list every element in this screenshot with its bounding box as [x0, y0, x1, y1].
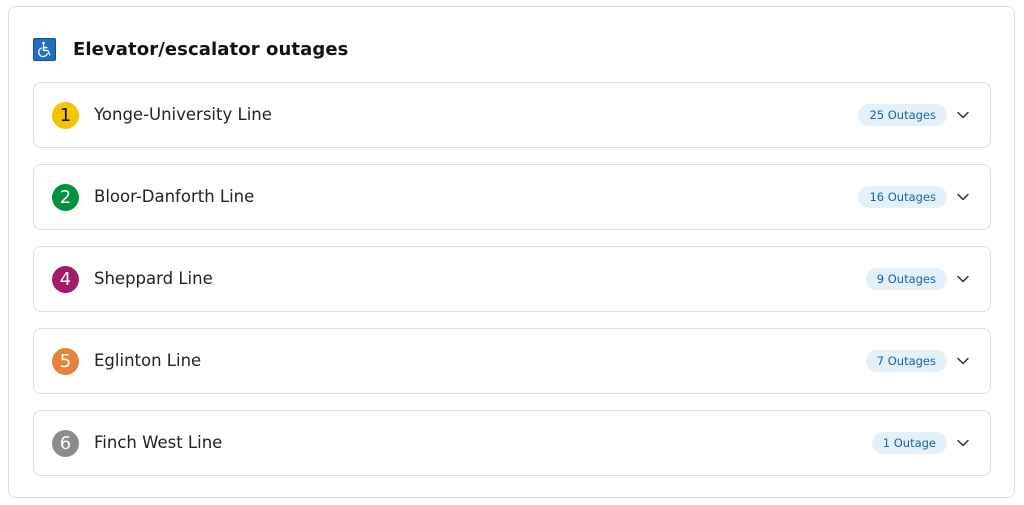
outage-count-badge: 1 Outage [871, 432, 947, 454]
panel-title: Elevator/escalator outages [73, 38, 349, 60]
line-name: Bloor-Danforth Line [94, 187, 255, 206]
line-number-badge: 1 [52, 102, 79, 129]
line-number-badge: 6 [52, 430, 79, 457]
chevron-down-icon[interactable] [956, 108, 970, 122]
line-accordion-6[interactable]: 6 Finch West Line 1 Outage [33, 410, 991, 476]
line-accordion-4[interactable]: 4 Sheppard Line 9 Outages [33, 246, 991, 312]
line-row-status: 16 Outages [858, 186, 970, 208]
line-number-badge: 4 [52, 266, 79, 293]
line-name: Finch West Line [94, 433, 223, 452]
outages-panel: Elevator/escalator outages 1 Yonge-Univer… [8, 6, 1015, 498]
line-accordion-1[interactable]: 1 Yonge-University Line 25 Outages [33, 82, 991, 148]
line-number-badge: 2 [52, 184, 79, 211]
panel-header: Elevator/escalator outages [33, 37, 348, 61]
line-name: Sheppard Line [94, 269, 213, 288]
chevron-down-icon[interactable] [956, 354, 970, 368]
chevron-down-icon[interactable] [956, 436, 970, 450]
outage-count-badge: 7 Outages [865, 350, 947, 372]
line-row-status: 1 Outage [871, 432, 970, 454]
outage-count-badge: 16 Outages [858, 186, 947, 208]
line-accordion-2[interactable]: 2 Bloor-Danforth Line 16 Outages [33, 164, 991, 230]
wheelchair-accessibility-icon [33, 37, 56, 61]
chevron-down-icon[interactable] [956, 190, 970, 204]
line-row-status: 25 Outages [858, 104, 970, 126]
line-accordion-5[interactable]: 5 Eglinton Line 7 Outages [33, 328, 991, 394]
line-name: Yonge-University Line [94, 105, 272, 124]
line-name: Eglinton Line [94, 351, 202, 370]
outage-count-badge: 9 Outages [865, 268, 947, 290]
outage-count-badge: 25 Outages [858, 104, 947, 126]
chevron-down-icon[interactable] [956, 272, 970, 286]
line-row-status: 9 Outages [865, 268, 970, 290]
line-number-badge: 5 [52, 348, 79, 375]
line-row-status: 7 Outages [865, 350, 970, 372]
